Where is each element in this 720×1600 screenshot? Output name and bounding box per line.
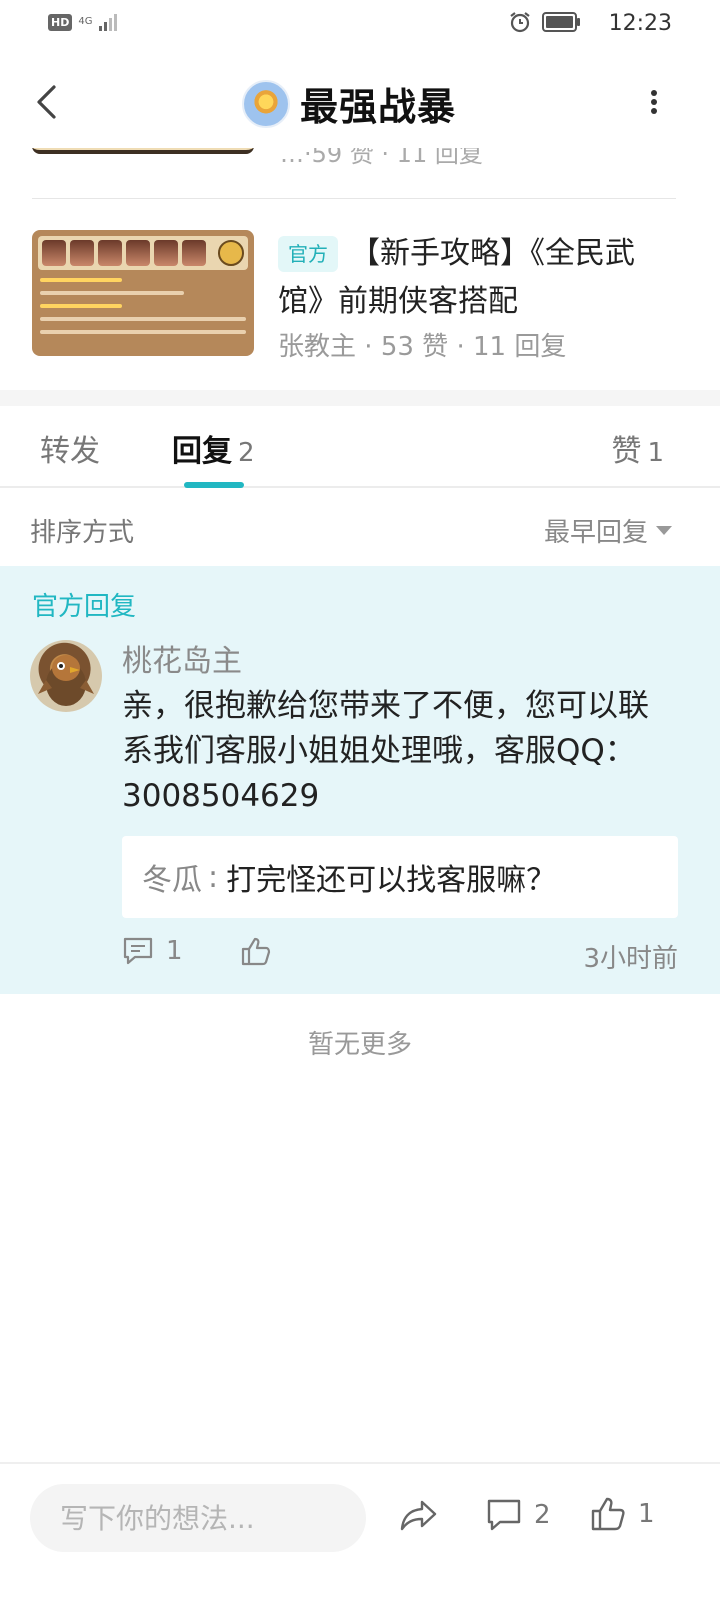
thumb-line — [40, 278, 123, 282]
bottom-like-button[interactable]: 1 — [590, 1496, 655, 1532]
network-type: 4G — [78, 16, 93, 27]
tab-reply-count: 2 — [238, 438, 255, 468]
reply-actions: 1 3小时前 — [122, 936, 678, 976]
hero-portrait — [70, 240, 94, 266]
article-likes: 53 赞 — [380, 332, 449, 362]
status-bar: HD 4G 12:23 — [0, 0, 720, 48]
share-icon — [400, 1500, 437, 1531]
meta-dot: · — [456, 332, 473, 362]
battery-icon — [542, 12, 580, 32]
thumbnail-hero-row — [38, 236, 248, 270]
quoted-user: 冬瓜 — [142, 863, 202, 898]
reply-comment-count: 1 — [166, 936, 183, 966]
bottom-action-bar: 2 1 — [0, 1462, 720, 1600]
tab-forward-label: 转发 — [40, 434, 100, 469]
article-author: 张教主 — [278, 332, 357, 362]
tab-reply[interactable]: 回复 2 — [172, 426, 255, 470]
reply-content: 亲，很抱歉给您带来了不便，您可以联系我们客服小姐姐处理哦，客服QQ：300850… — [122, 688, 649, 814]
search-icon — [218, 240, 244, 266]
more-options-button[interactable] — [642, 86, 666, 118]
game-avatar — [242, 79, 290, 128]
signal-icon — [99, 14, 118, 31]
comment-icon — [123, 937, 153, 965]
avatar[interactable] — [30, 640, 102, 712]
article-replies: 11 回复 — [472, 332, 567, 362]
tab-reply-label: 回复 — [172, 434, 232, 469]
more-vertical-icon — [651, 90, 657, 96]
official-badge: 官方 — [278, 236, 338, 272]
reply-like-button[interactable] — [240, 936, 272, 966]
reply-comment-button[interactable]: 1 — [122, 936, 183, 966]
thumb-line — [40, 317, 246, 321]
hero-portrait — [126, 240, 150, 266]
section-separator — [0, 390, 720, 406]
thumb-up-icon — [591, 1497, 625, 1531]
status-left: HD 4G — [48, 12, 118, 32]
owl-avatar-icon — [38, 655, 94, 706]
reply-time: 3小时前 — [583, 944, 678, 974]
tab-like-count: 1 — [647, 438, 664, 468]
sort-label: 排序方式 — [30, 518, 135, 548]
quoted-separator: : — [208, 859, 219, 895]
related-article-item[interactable]: 【新手攻略】《全民武馆》前期侠客搭配 官方 张教主 · 53 赞 · 11 回复 — [0, 228, 720, 363]
page-title: 最强战暴 — [300, 85, 457, 129]
hero-portrait — [182, 240, 206, 266]
bottom-comment-count: 2 — [534, 1500, 551, 1530]
share-button[interactable] — [398, 1498, 438, 1538]
comment-icon — [487, 1499, 521, 1531]
tab-forward[interactable]: 转发 — [40, 426, 100, 470]
article-meta: 张教主 · 53 赞 · 11 回复 — [278, 326, 566, 363]
reply-author[interactable]: 桃花岛主 — [122, 636, 242, 680]
thumb-line — [40, 304, 123, 308]
no-more-text: 暂无更多 — [307, 1030, 412, 1060]
thumb-up-icon — [241, 937, 271, 966]
top-navigation-bar: 最强战暴 — [0, 56, 720, 148]
back-button[interactable] — [26, 78, 66, 126]
tab-bar: 转发 回复 2 赞1 — [0, 406, 720, 488]
quoted-text: 打完怪还可以找客服嘛？ — [226, 863, 557, 898]
article-thumbnail — [32, 230, 254, 356]
triangle-down-icon — [656, 526, 672, 535]
more-dot — [651, 108, 657, 114]
chevron-left-icon — [37, 85, 56, 119]
status-time: 12:23 — [608, 11, 672, 36]
bottom-like-count: 1 — [638, 1499, 655, 1529]
list-divider — [32, 198, 676, 199]
alarm-icon — [510, 12, 530, 33]
sort-row: 排序方式 最早回复 — [0, 490, 720, 566]
article-title: 【新手攻略】《全民武馆》前期侠客搭配 — [278, 236, 635, 319]
sort-dropdown[interactable]: 最早回复 — [544, 512, 672, 549]
thumb-line — [40, 291, 185, 295]
quoted-reply[interactable]: 冬瓜 : 打完怪还可以找客服嘛？ — [122, 836, 678, 918]
forum-title[interactable]: 最强战暴 — [242, 76, 456, 131]
more-dot — [651, 99, 657, 105]
official-reply-label: 官方回复 — [32, 592, 137, 622]
thumb-line — [40, 330, 246, 334]
sort-selected: 最早回复 — [543, 518, 648, 548]
active-tab-indicator — [184, 482, 244, 488]
tab-like[interactable]: 赞1 — [611, 426, 664, 470]
hero-portrait — [154, 240, 178, 266]
comment-input[interactable] — [30, 1484, 366, 1552]
hd-indicator: HD — [48, 13, 73, 31]
tab-like-label: 赞 — [611, 434, 642, 469]
hero-portrait — [42, 240, 66, 266]
meta-dot: · — [364, 332, 381, 362]
thumbnail-text-lines — [40, 278, 246, 343]
bottom-comment-button[interactable]: 2 — [486, 1498, 551, 1532]
hero-portrait — [98, 240, 122, 266]
official-reply-card: 官方回复 桃花岛主 亲，很抱歉给您带来了不便，您可以联系我们客服小姐姐处理哦，客… — [0, 566, 720, 994]
